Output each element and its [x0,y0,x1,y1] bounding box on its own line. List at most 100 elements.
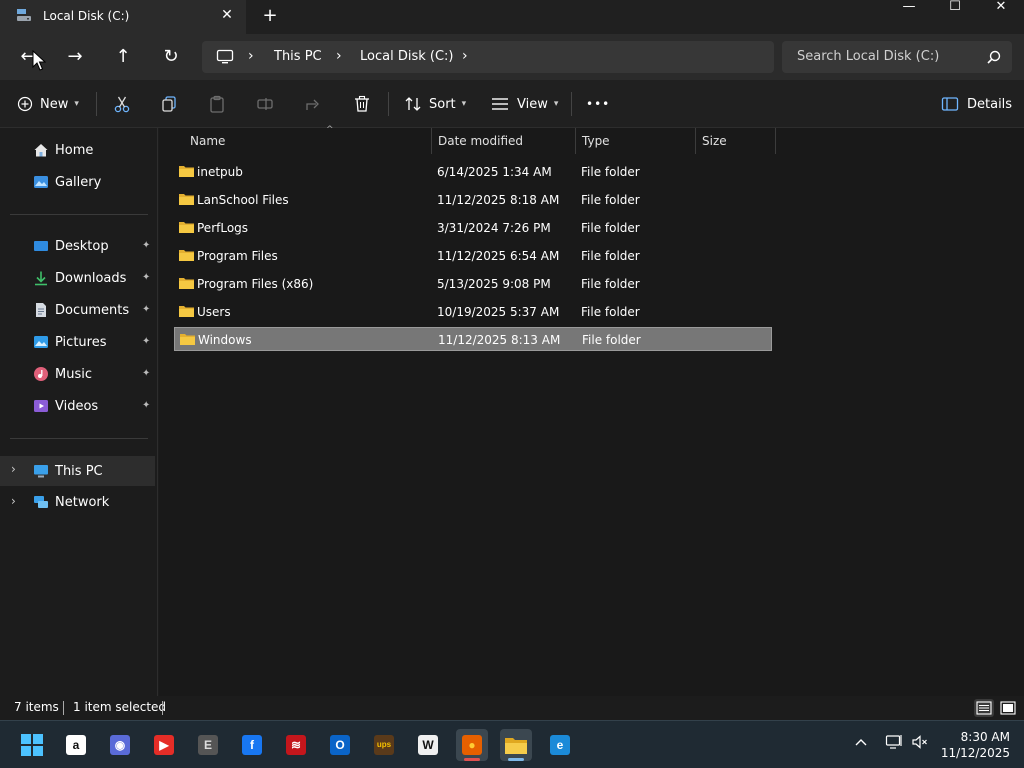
file-date-modified: 3/31/2024 7:26 PM [437,221,551,235]
sort-button[interactable]: Sort ▾ [404,92,466,116]
taskbar-app-start[interactable] [16,729,48,761]
outlook-icon: O [330,735,350,755]
nav-item-pictures[interactable]: Pictures ✦ [0,328,155,356]
breadcrumb-this-pc[interactable]: This PC [274,49,322,64]
column-header-size[interactable]: Size [696,128,776,154]
clock-date: 11/12/2025 [940,746,1010,760]
copy-button[interactable] [160,92,178,116]
volume-muted-icon[interactable] [911,734,929,754]
new-tab-button[interactable]: + [260,6,280,26]
address-bar[interactable]: › This PC › Local Disk (C:) › [202,41,774,73]
column-header-date-modified[interactable]: Date modified [432,128,576,154]
tiles-view-toggle[interactable] [998,699,1018,717]
taskbar-app-youtube[interactable]: ▶ [148,729,180,761]
column-header-name[interactable]: Name ^ [184,125,432,154]
copy-icon [162,96,176,112]
file-row[interactable]: LanSchool Files 11/12/2025 8:18 AM File fo… [174,188,772,212]
new-label: New [40,96,69,112]
downloads-icon [35,271,47,286]
search-box[interactable]: Search Local Disk (C:) [782,41,1012,73]
maximize-button[interactable]: ☐ [932,0,978,16]
rename-button[interactable] [256,92,274,116]
nav-item-this-pc[interactable]: › This PC [0,456,155,486]
taskbar-app-outlook[interactable]: O [324,729,356,761]
new-button[interactable]: New ▾ [17,92,79,116]
details-label: Details [967,96,1013,112]
nav-item-home[interactable]: Home [0,136,155,164]
nav-item-gallery[interactable]: Gallery [0,168,155,196]
pin-icon[interactable]: ✦ [142,336,150,347]
pictures-icon [34,336,48,348]
file-name: Users [197,305,231,319]
up-button[interactable]: ↑ [110,44,136,70]
taskbar: a ◉ ▶ Ef ≋ Oups W ● e 8:30 AM 11/12/2025 [0,720,1024,768]
forward-button[interactable]: → [62,44,88,70]
delete-button[interactable] [353,92,371,116]
nav-item-network[interactable]: › Network [0,488,155,516]
taskbar-app-app-stripes[interactable]: ≋ [280,729,312,761]
file-row[interactable]: Users 10/19/2025 5:37 AM File folder [174,300,772,324]
minimize-button[interactable]: — [886,0,932,16]
file-row[interactable]: Program Files 11/12/2025 6:54 AM File fold… [174,244,772,268]
file-row[interactable]: Program Files (x86) 5/13/2025 9:08 PM File… [174,272,772,296]
pin-icon[interactable]: ✦ [142,368,150,379]
file-row[interactable]: inetpub 6/14/2025 1:34 AM File folder [174,160,772,184]
drive-icon [17,9,31,21]
divider [162,701,163,715]
details-view-toggle[interactable] [974,699,994,717]
ups-icon: ups [374,735,394,755]
file-explorer-icon [505,738,527,754]
trash-icon [355,95,369,112]
taskbar-app-edge[interactable]: e [544,729,576,761]
divider [571,92,572,116]
file-row[interactable]: Windows 11/12/2025 8:13 AM File folder [174,327,772,351]
pin-icon[interactable]: ✦ [142,304,150,315]
expand-chevron-icon[interactable]: › [11,494,16,508]
taskbar-app-wikipedia[interactable]: W [412,729,444,761]
breadcrumb-expand-chevron[interactable]: › [462,48,468,64]
taskbar-app-app-e[interactable]: E [192,729,224,761]
details-pane-button[interactable]: Details [941,92,1012,116]
pin-icon[interactable]: ✦ [142,400,150,411]
paste-button[interactable] [208,92,226,116]
folder-icon [179,222,194,233]
refresh-button[interactable]: ↻ [158,44,184,70]
clock[interactable]: 8:30 AM 11/12/2025 [936,729,1010,761]
pin-icon[interactable]: ✦ [142,240,150,251]
divider [63,701,64,715]
expand-chevron-icon[interactable]: › [11,462,16,476]
copilot-icon: ◉ [110,735,130,755]
taskbar-app-amazon[interactable]: a [60,729,92,761]
details-view-icon [976,701,992,715]
scissors-icon [114,96,130,113]
file-name: inetpub [197,165,243,179]
network-tray-icon[interactable] [885,734,903,754]
nav-item-downloads[interactable]: Downloads ✦ [0,264,155,292]
view-button[interactable]: View ▾ [491,92,558,116]
tray-overflow-chevron-icon[interactable] [854,735,868,751]
tab-local-disk[interactable]: Local Disk (C:) ✕ [0,0,246,34]
cut-button[interactable] [113,92,131,116]
nav-item-desktop[interactable]: Desktop ✦ [0,232,155,260]
search-icon [987,50,1001,64]
taskbar-app-facebook[interactable]: f [236,729,268,761]
close-window-button[interactable]: ✕ [978,0,1024,16]
address-row: ← → ↑ ↻ › This PC › Local Disk (C:) › Se… [0,34,1024,80]
column-header-type[interactable]: Type [576,128,696,154]
share-button[interactable] [304,92,322,116]
file-row[interactable]: PerfLogs 3/31/2024 7:26 PM File folder [174,216,772,240]
clipboard-icon [210,95,224,113]
tab-close-icon[interactable]: ✕ [218,6,236,24]
taskbar-app-copilot[interactable]: ◉ [104,729,136,761]
more-options-button[interactable]: ••• [586,92,610,116]
share-icon [306,99,319,110]
nav-item-documents[interactable]: Documents ✦ [0,296,155,324]
taskbar-app-ups[interactable]: ups [368,729,400,761]
nav-item-videos[interactable]: Videos ✦ [0,392,155,420]
breadcrumb-local-disk[interactable]: Local Disk (C:) [360,49,453,64]
taskbar-app-firefox[interactable]: ● [456,729,488,761]
nav-item-music[interactable]: Music ✦ [0,360,155,388]
breadcrumb-separator: › [248,48,254,64]
pin-icon[interactable]: ✦ [142,272,150,283]
taskbar-app-file-explorer[interactable] [500,729,532,761]
